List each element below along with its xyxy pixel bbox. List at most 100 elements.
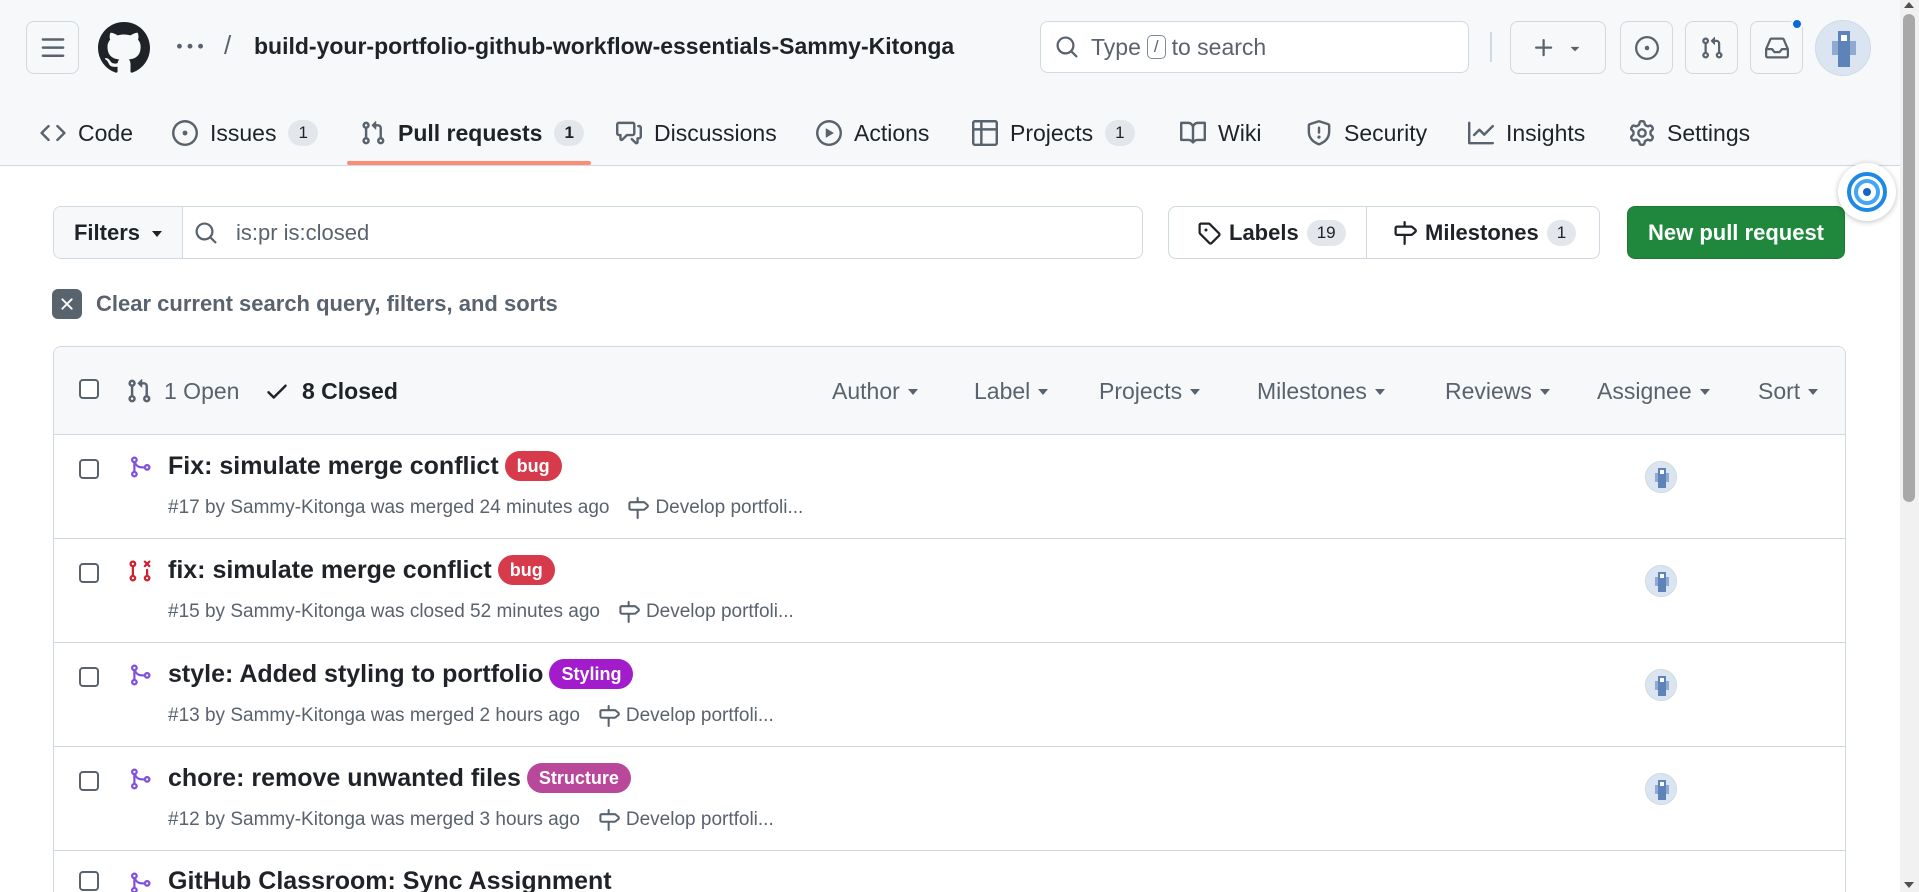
global-menu-button[interactable] bbox=[26, 21, 79, 74]
labels-label: Labels bbox=[1229, 219, 1299, 245]
assignee-avatar[interactable] bbox=[1645, 565, 1677, 597]
git-pull-request-closed-icon bbox=[128, 559, 152, 583]
git-merge-icon bbox=[128, 767, 152, 791]
projects-filter-dropdown[interactable]: Projects bbox=[1099, 347, 1201, 435]
open-filter-link[interactable]: 1 Open bbox=[126, 347, 239, 435]
pr-title-link[interactable]: Fix: simulate merge conflict bbox=[168, 452, 499, 481]
github-logo-icon[interactable] bbox=[98, 22, 150, 74]
row-checkbox[interactable] bbox=[79, 667, 99, 687]
pr-title-link[interactable]: chore: remove unwanted files bbox=[168, 764, 521, 793]
tab-discussions[interactable]: Discussions bbox=[616, 100, 777, 166]
git-pull-request-icon bbox=[1700, 36, 1724, 60]
scrollbar-thumb[interactable] bbox=[1903, 14, 1915, 502]
tab-counter: 1 bbox=[1105, 120, 1135, 146]
row-checkbox[interactable] bbox=[79, 771, 99, 791]
milestones-filter-dropdown[interactable]: Milestones bbox=[1257, 347, 1385, 435]
label-structure[interactable]: Structure bbox=[526, 763, 631, 793]
kebab-horizontal-icon[interactable] bbox=[174, 31, 206, 63]
label-filter-dropdown[interactable]: Label bbox=[974, 347, 1049, 435]
your-issues-button[interactable] bbox=[1620, 21, 1673, 74]
pr-meta: #12 by Sammy-Kitonga was merged 3 hours … bbox=[168, 809, 580, 830]
assignee-avatar[interactable] bbox=[1645, 461, 1677, 493]
pr-title-link[interactable]: GitHub Classroom: Sync Assignment bbox=[168, 867, 612, 892]
clear-filters-label: Clear current search query, filters, and… bbox=[96, 291, 558, 316]
tab-insights[interactable]: Insights bbox=[1468, 100, 1585, 166]
active-tab-indicator bbox=[347, 161, 591, 165]
create-new-button[interactable] bbox=[1510, 21, 1606, 74]
search-shortcut-key: / bbox=[1146, 35, 1166, 59]
tab-label: Code bbox=[78, 119, 133, 146]
clear-filters-button[interactable]: Clear current search query, filters, and… bbox=[52, 289, 558, 319]
pr-title-link[interactable]: fix: simulate merge conflict bbox=[168, 556, 492, 585]
repo-name-link[interactable]: build-your-portfolio-github-workflow-ess… bbox=[254, 33, 954, 60]
tab-counter: 1 bbox=[554, 120, 584, 146]
row-checkbox[interactable] bbox=[79, 871, 99, 891]
new-pull-request-button[interactable]: New pull request bbox=[1627, 206, 1845, 259]
milestone-link[interactable]: Develop portfoli... bbox=[655, 497, 803, 519]
your-pull-requests-button[interactable] bbox=[1685, 21, 1738, 74]
gear-icon bbox=[1629, 120, 1655, 146]
pr-meta: #15 by Sammy-Kitonga was closed 52 minut… bbox=[168, 601, 600, 622]
tab-wiki[interactable]: Wiki bbox=[1180, 100, 1261, 166]
repo-tabs: Code Issues 1 Pull requests 1 Discussion… bbox=[0, 100, 1900, 166]
sort-dropdown[interactable]: Sort bbox=[1758, 347, 1819, 435]
top-bar: / build-your-portfolio-github-workflow-e… bbox=[0, 0, 1900, 96]
reviews-filter-dropdown[interactable]: Reviews bbox=[1445, 347, 1550, 435]
milestones-count: 1 bbox=[1546, 219, 1577, 246]
assignee-avatar[interactable] bbox=[1645, 773, 1677, 805]
filters-dropdown-button[interactable]: Filters bbox=[54, 207, 183, 258]
triangle-down-icon bbox=[1808, 389, 1819, 395]
filters-label: Filters bbox=[73, 219, 141, 245]
label-bug[interactable]: bug bbox=[504, 451, 562, 481]
repo-header: / build-your-portfolio-github-workflow-e… bbox=[0, 0, 1900, 166]
pr-meta: #13 by Sammy-Kitonga was merged 2 hours … bbox=[168, 705, 580, 726]
author-filter-dropdown[interactable]: Author bbox=[832, 347, 918, 435]
pr-title-link[interactable]: style: Added styling to portfolio bbox=[168, 660, 543, 689]
row-checkbox[interactable] bbox=[79, 459, 99, 479]
row-checkbox[interactable] bbox=[79, 563, 99, 583]
assistant-extension-icon[interactable] bbox=[1838, 163, 1896, 221]
assignee-avatar[interactable] bbox=[1645, 669, 1677, 701]
list-header: 1 Open 8 Closed Author Label Projects Mi… bbox=[54, 347, 1845, 435]
scroll-down-arrow-icon[interactable] bbox=[1904, 882, 1914, 888]
filter-label: Sort bbox=[1758, 377, 1801, 404]
label-bug[interactable]: bug bbox=[497, 555, 555, 585]
select-all-checkbox[interactable] bbox=[79, 379, 99, 399]
closed-filter-link[interactable]: 8 Closed bbox=[264, 347, 398, 435]
closed-count-label: 8 Closed bbox=[302, 377, 398, 404]
tab-security[interactable]: Security bbox=[1306, 100, 1427, 166]
git-pull-request-icon bbox=[360, 120, 386, 146]
milestone-icon bbox=[618, 601, 640, 623]
tab-issues[interactable]: Issues 1 bbox=[172, 100, 318, 166]
label-styling[interactable]: Styling bbox=[549, 659, 634, 689]
triangle-down-icon bbox=[1566, 39, 1584, 57]
scroll-up-arrow-icon[interactable] bbox=[1904, 2, 1914, 8]
tab-actions[interactable]: Actions bbox=[816, 100, 929, 166]
filter-label: Label bbox=[974, 377, 1031, 404]
tab-code[interactable]: Code bbox=[40, 100, 133, 166]
search-query-value: is:pr is:closed bbox=[236, 219, 370, 245]
pr-meta: #17 by Sammy-Kitonga was merged 24 minut… bbox=[168, 497, 610, 518]
issue-opened-icon bbox=[1634, 35, 1659, 60]
comment-discussion-icon bbox=[616, 120, 642, 146]
git-merge-icon bbox=[128, 663, 152, 687]
pr-search-input[interactable]: is:pr is:closed bbox=[194, 207, 369, 258]
search-input[interactable]: Type / to search bbox=[1040, 21, 1469, 73]
labels-button[interactable]: Labels 19 bbox=[1169, 207, 1367, 258]
filter-label: Assignee bbox=[1597, 377, 1692, 404]
tab-projects[interactable]: Projects 1 bbox=[972, 100, 1135, 166]
milestone-link[interactable]: Develop portfoli... bbox=[646, 601, 794, 623]
code-icon bbox=[40, 120, 66, 146]
milestone-link[interactable]: Develop portfoli... bbox=[626, 705, 774, 727]
milestones-button[interactable]: Milestones 1 bbox=[1367, 207, 1599, 258]
git-merge-icon bbox=[128, 871, 152, 892]
tab-pull-requests[interactable]: Pull requests 1 bbox=[360, 100, 584, 166]
tab-label: Actions bbox=[854, 119, 930, 146]
assignee-filter-dropdown[interactable]: Assignee bbox=[1597, 347, 1710, 435]
tab-label: Issues bbox=[210, 119, 277, 146]
user-avatar[interactable] bbox=[1815, 20, 1871, 76]
tab-settings[interactable]: Settings bbox=[1629, 100, 1750, 166]
milestone-link[interactable]: Develop portfoli... bbox=[626, 809, 774, 831]
filter-label: Author bbox=[832, 377, 900, 404]
filter-label: Reviews bbox=[1445, 377, 1532, 404]
